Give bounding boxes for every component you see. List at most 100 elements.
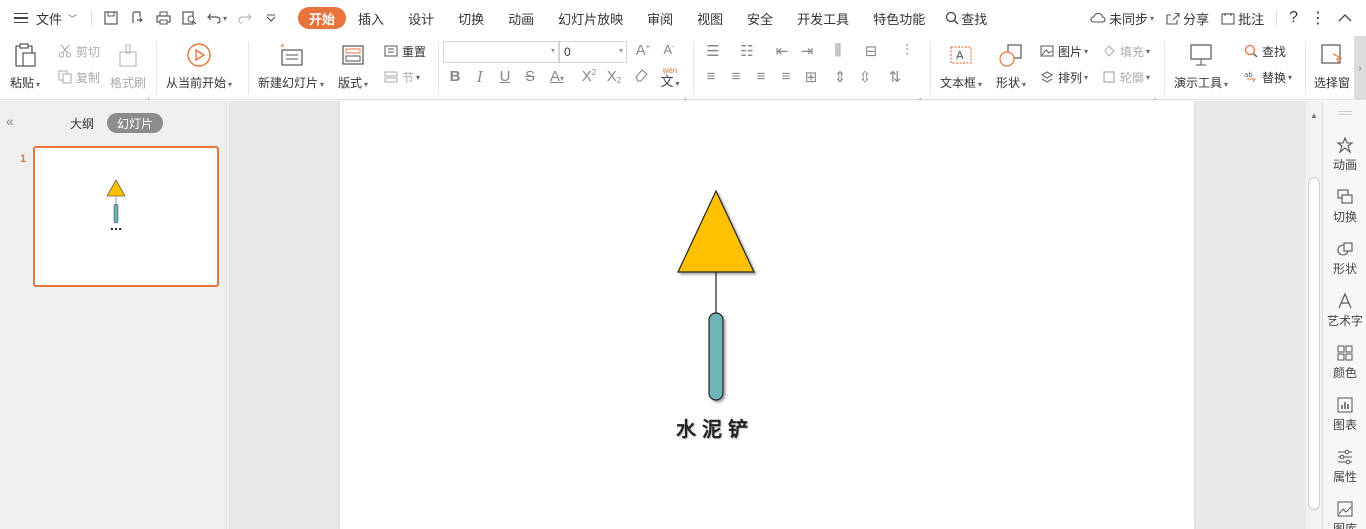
svg-text:▪ ▪ ▪: ▪ ▪ ▪ <box>111 226 122 231</box>
distribute-icon[interactable]: ⊞ <box>800 68 822 86</box>
bullet-list-icon[interactable]: ☰ <box>702 42 724 60</box>
tab-transitions[interactable]: 切换 <box>446 7 496 29</box>
scroll-up-icon[interactable]: ▲ <box>1310 111 1318 120</box>
reset-button[interactable]: 重置 <box>384 41 426 61</box>
paste-button[interactable]: 粘贴 ▾ <box>10 36 40 91</box>
sidebar-item-wordart[interactable]: 艺术字 <box>1323 292 1366 329</box>
superscript-icon[interactable]: X2 <box>578 68 600 85</box>
slide-thumbnail[interactable]: ▪ ▪ ▪ <box>33 146 219 287</box>
tab-security[interactable]: 安全 <box>735 7 785 29</box>
cut-button[interactable]: 剪切 <box>58 41 100 61</box>
underline-icon[interactable]: U <box>494 68 516 85</box>
section-button[interactable]: 节 ▾ <box>384 67 420 87</box>
sidebar-item-animation[interactable]: 动画 <box>1323 136 1366 173</box>
decrease-font-icon[interactable]: A- <box>658 42 680 57</box>
copy-button[interactable]: 复制 <box>58 67 100 87</box>
phonetic-guide-button[interactable]: wén 文 ▾ <box>656 65 684 91</box>
arrange-button[interactable]: 排列 ▾ <box>1040 67 1088 87</box>
chevron-down-icon: ▾ <box>618 46 623 55</box>
ribbon-scroll-right-icon[interactable]: › <box>1354 36 1366 100</box>
collapse-panel-icon[interactable]: « <box>6 113 14 129</box>
para-settings-icon[interactable]: ⇅ <box>884 68 906 86</box>
column-icon[interactable]: ⫶ <box>896 42 918 59</box>
layout-button[interactable]: 版式 ▾ <box>338 36 368 91</box>
textbox-button[interactable]: A 文本框 ▾ <box>940 36 982 91</box>
new-slide-button[interactable]: * 新建幻灯片 ▾ <box>258 36 324 91</box>
italic-icon[interactable]: I <box>469 68 491 86</box>
play-from-current-button[interactable]: 从当前开始 ▾ <box>166 36 232 91</box>
decrease-indent-icon[interactable]: ⇤ <box>771 42 793 60</box>
subscript-icon[interactable]: X2 <box>603 68 625 85</box>
export-pdf-icon[interactable] <box>124 6 150 30</box>
tab-outline[interactable]: 大纲 <box>60 113 104 133</box>
paragraph-spacing-icon[interactable]: ⇳ <box>854 68 876 86</box>
sidebar-item-color[interactable]: 颜色 <box>1323 344 1366 381</box>
file-menu[interactable]: 文件 ﹀ <box>0 6 85 30</box>
redo-icon[interactable] <box>232 6 258 30</box>
justify-icon[interactable]: ≡ <box>775 68 797 85</box>
increase-indent-icon[interactable]: ⇥ <box>796 42 818 60</box>
sidebar-item-gallery[interactable]: 图库 <box>1323 500 1366 529</box>
format-painter-button[interactable]: 格式刷 <box>110 36 146 91</box>
sync-button[interactable]: 未同步 ▾ <box>1084 6 1160 30</box>
save-icon[interactable] <box>98 6 124 30</box>
comment-button[interactable]: 批注 <box>1215 6 1270 30</box>
drag-handle-icon[interactable] <box>1338 111 1352 115</box>
font-color-icon[interactable]: A▾ <box>546 68 568 85</box>
align-text-icon[interactable]: ⊟ <box>860 42 882 60</box>
present-tools-button[interactable]: 演示工具 ▾ <box>1174 36 1228 91</box>
line-spacing-icon[interactable]: ⇕ <box>829 68 851 86</box>
slide[interactable]: 水泥铲 <box>340 101 1194 529</box>
format-painter-icon <box>115 42 141 68</box>
tab-insert[interactable]: 插入 <box>346 7 396 29</box>
vertical-scrollbar[interactable]: ▲ <box>1306 101 1322 529</box>
numbered-list-icon[interactable]: ☷ <box>736 42 758 60</box>
sidebar-item-shape[interactable]: 形状 <box>1323 240 1366 277</box>
sidebar-item-transition[interactable]: 切换 <box>1323 188 1366 225</box>
triangle-shape[interactable] <box>677 189 755 273</box>
find-button[interactable]: 查找 <box>1244 41 1286 61</box>
shape-label-text[interactable]: 水泥铲 <box>640 413 790 442</box>
tab-review[interactable]: 审阅 <box>635 7 685 29</box>
tab-features[interactable]: 特色功能 <box>861 7 937 29</box>
increase-font-icon[interactable]: A+ <box>632 42 654 59</box>
scrollbar-thumb[interactable] <box>1308 177 1320 510</box>
collapse-ribbon-icon[interactable] <box>1332 6 1366 30</box>
fill-bucket-icon <box>1102 44 1116 58</box>
shape-button[interactable]: 形状 ▾ <box>996 36 1026 91</box>
text-direction-icon[interactable]: ⫼ <box>827 42 849 59</box>
font-size-input[interactable]: 0 ▾ <box>559 41 627 63</box>
tab-slideshow[interactable]: 幻灯片放映 <box>546 7 635 29</box>
sidebar-item-properties[interactable]: 属性 <box>1323 448 1366 485</box>
picture-button[interactable]: 图片 ▾ <box>1040 41 1088 61</box>
tab-design[interactable]: 设计 <box>396 7 446 29</box>
chevron-down-icon: ▾ <box>416 72 421 82</box>
align-center-icon[interactable]: ≡ <box>725 68 747 85</box>
align-left-icon[interactable]: ≡ <box>700 68 722 85</box>
customize-toolbar-icon[interactable] <box>258 6 284 30</box>
replace-button[interactable]: ab 替换 ▾ <box>1244 67 1292 87</box>
search-button[interactable]: 查找 <box>937 6 995 30</box>
sidebar-item-chart[interactable]: 图表 <box>1323 396 1366 433</box>
tab-view[interactable]: 视图 <box>685 7 735 29</box>
share-button[interactable]: 分享 <box>1160 6 1215 30</box>
fill-button[interactable]: 填充 ▾ <box>1102 41 1150 61</box>
select-pane-button[interactable]: 选择窗 <box>1314 36 1350 91</box>
print-icon[interactable] <box>150 6 176 30</box>
clear-format-icon[interactable] <box>630 67 652 87</box>
font-name-input[interactable]: ▾ <box>443 41 559 63</box>
tab-slides[interactable]: 幻灯片 <box>107 113 164 133</box>
more-options-icon[interactable]: ⋮ <box>1304 6 1332 30</box>
bold-icon[interactable]: B <box>444 68 466 85</box>
tab-home[interactable]: 开始 <box>298 7 347 29</box>
separator <box>91 10 93 26</box>
tab-animations[interactable]: 动画 <box>496 7 546 29</box>
strikethrough-icon[interactable]: S <box>519 68 541 85</box>
print-preview-icon[interactable] <box>176 6 202 30</box>
help-button[interactable]: ? <box>1283 6 1304 30</box>
tab-developer[interactable]: 开发工具 <box>785 7 861 29</box>
undo-icon[interactable]: ▾ <box>202 6 232 30</box>
outline-button[interactable]: 轮廓 ▾ <box>1102 67 1150 87</box>
handle-shape[interactable] <box>708 312 724 401</box>
align-right-icon[interactable]: ≡ <box>750 68 772 85</box>
